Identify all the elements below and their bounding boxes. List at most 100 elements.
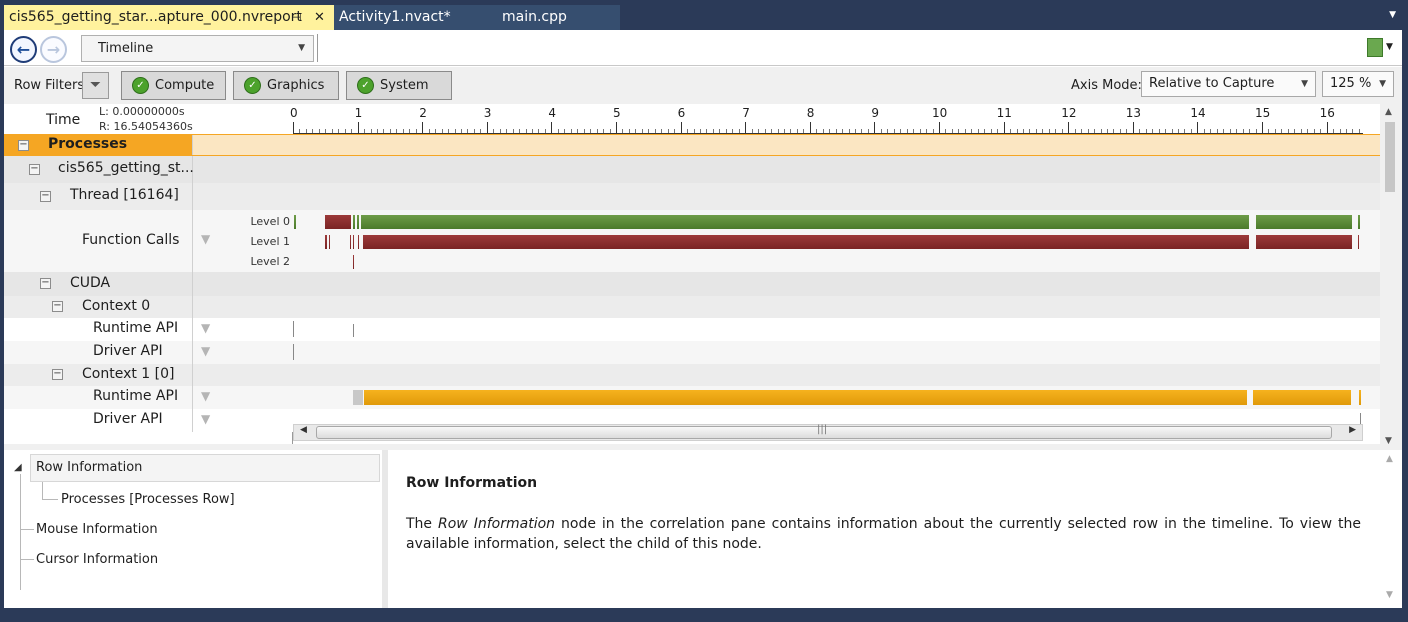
horizontal-scroll-thumb[interactable]: |||: [316, 424, 1332, 439]
info-pane-scrollbar[interactable]: ▲ ▼: [1380, 450, 1402, 608]
function-call-bar[interactable]: [1357, 215, 1361, 229]
ruler-minor-tick: [932, 129, 934, 133]
scroll-right-icon[interactable]: ▶: [1349, 425, 1356, 435]
row-runtime-api-1[interactable]: Runtime API ▼: [4, 386, 1380, 409]
timeline-horizontal-scrollbar[interactable]: ◀ ||| ▶: [293, 424, 1363, 441]
level-2-lane: [293, 254, 1363, 270]
ruler-minor-tick: [1087, 129, 1089, 133]
collapse-icon[interactable]: −: [52, 369, 63, 380]
axis-mode-label: Axis Mode:: [1071, 78, 1142, 93]
zoom-select[interactable]: 125 % ▼: [1322, 71, 1394, 97]
row-filter-icon[interactable]: ▼: [201, 389, 210, 403]
axis-mode-select[interactable]: Relative to Capture ▼: [1141, 71, 1316, 97]
ruler-minor-tick: [376, 129, 378, 133]
tree-item-processes-row[interactable]: Processes [Processes Row]: [61, 492, 235, 507]
ruler-minor-tick: [532, 129, 534, 133]
function-call-bar[interactable]: [325, 235, 327, 249]
scroll-down-icon[interactable]: ▼: [1386, 590, 1393, 600]
row-cuda[interactable]: − CUDA: [4, 272, 1380, 296]
scroll-up-icon[interactable]: ▲: [1385, 107, 1392, 117]
function-call-bar[interactable]: [353, 255, 355, 269]
ruler-minor-tick: [402, 129, 404, 133]
runtime-api-1-bar: [1253, 390, 1351, 405]
row-runtime-api-0[interactable]: Runtime API ▼: [4, 318, 1380, 341]
row-thread[interactable]: − Thread [16164]: [4, 183, 1380, 210]
function-call-bar[interactable]: [356, 215, 359, 229]
tree-guide-line: [20, 559, 34, 560]
function-call-bar[interactable]: [357, 235, 359, 249]
report-options-dropdown-icon[interactable]: ▼: [1386, 42, 1393, 52]
row-filter-icon[interactable]: ▼: [201, 321, 210, 335]
toolbar: ← → Timeline ▼ ▼: [4, 30, 1402, 66]
ruler-minor-tick: [1339, 129, 1341, 133]
ruler-minor-tick: [893, 129, 895, 133]
row-filter-button[interactable]: ⏷: [82, 72, 109, 99]
row-driver-api-0-label: Driver API: [93, 343, 163, 359]
scroll-left-icon[interactable]: ◀: [300, 425, 307, 435]
pin-icon[interactable]: ⊣: [292, 5, 302, 30]
tree-item-cursor-information[interactable]: Cursor Information: [36, 552, 158, 567]
ruler-major-tick: [874, 122, 876, 133]
row-context-0[interactable]: − Context 0: [4, 296, 1380, 318]
vertical-scroll-thumb[interactable]: [1385, 122, 1395, 192]
scroll-up-icon[interactable]: ▲: [1386, 454, 1393, 464]
back-button[interactable]: ←: [10, 36, 37, 63]
ruler-tick-label: 13: [1125, 106, 1142, 120]
ruler-major-tick: [680, 122, 682, 133]
row-filter-icon[interactable]: ▼: [201, 412, 210, 426]
function-call-bar[interactable]: [361, 215, 1250, 229]
tab-list-dropdown-icon[interactable]: ▼: [1389, 10, 1396, 20]
row-processes[interactable]: − Processes: [4, 134, 1380, 156]
collapse-icon[interactable]: −: [40, 191, 51, 202]
tree-collapse-icon[interactable]: ◢: [14, 462, 22, 473]
collapse-icon[interactable]: −: [40, 278, 51, 289]
function-call-bar[interactable]: [294, 215, 296, 229]
row-filter-icon[interactable]: ▼: [201, 232, 210, 246]
time-ruler[interactable]: 0 1 2 3 4 5 6 7 8 9 10 11 12 13 14 15 16: [290, 104, 1363, 134]
ruler-minor-tick: [971, 129, 973, 133]
function-call-bar[interactable]: [328, 215, 352, 229]
ruler-minor-tick: [1320, 129, 1322, 133]
row-function-calls[interactable]: Function Calls ▼ Level 0 Level 1 Level 2: [4, 210, 1380, 272]
function-call-bar[interactable]: [1255, 215, 1353, 229]
forward-button[interactable]: →: [40, 36, 67, 63]
function-call-bar[interactable]: [349, 235, 352, 249]
tree-item-row-information[interactable]: Row Information: [30, 454, 380, 482]
info-body: The Row Information node in the correlat…: [406, 514, 1361, 554]
report-options-icon[interactable]: [1367, 38, 1383, 57]
graphics-filter-label: Graphics: [267, 78, 325, 93]
function-call-bar[interactable]: [1357, 235, 1359, 249]
row-filter-icon[interactable]: ▼: [201, 344, 210, 358]
graphics-filter-button[interactable]: ✓ Graphics: [233, 71, 339, 100]
correlation-tree-pane: ◢ Row Information Processes [Processes R…: [4, 450, 382, 608]
check-circle-icon: ✓: [132, 77, 149, 94]
ruler-tick-label: 4: [548, 106, 557, 120]
close-tab-icon[interactable]: ✕: [314, 5, 325, 30]
ruler-minor-tick: [1274, 129, 1276, 133]
compute-filter-button[interactable]: ✓ Compute: [121, 71, 226, 100]
collapse-icon[interactable]: −: [52, 301, 63, 312]
function-call-bar[interactable]: [1255, 235, 1353, 249]
ruler-minor-tick: [1074, 129, 1076, 133]
tab-activity[interactable]: Activity1.nvact*: [334, 5, 620, 30]
system-filter-button[interactable]: ✓ System: [346, 71, 452, 100]
ruler-minor-tick: [687, 129, 689, 133]
tree-guide-line: [20, 529, 34, 530]
timeline-vertical-scrollbar[interactable]: ▲ ▼: [1380, 104, 1402, 452]
function-call-bar[interactable]: [362, 235, 1250, 249]
collapse-icon[interactable]: −: [29, 164, 40, 175]
function-call-bar[interactable]: [353, 215, 355, 229]
row-driver-api-0[interactable]: Driver API ▼: [4, 341, 1380, 364]
row-process[interactable]: − cis565_getting_st...: [4, 156, 1380, 183]
tab-nvreport[interactable]: cis565_getting_star...apture_000.nvrepor…: [4, 5, 334, 30]
tab-main-cpp[interactable]: main.cpp: [502, 5, 567, 30]
tree-item-mouse-information[interactable]: Mouse Information: [36, 522, 158, 537]
function-call-bar[interactable]: [328, 235, 330, 249]
view-select[interactable]: Timeline ▼: [81, 35, 314, 62]
row-context-1[interactable]: − Context 1 [0]: [4, 364, 1380, 386]
collapse-icon[interactable]: −: [18, 140, 29, 151]
ruler-minor-tick: [816, 129, 818, 133]
status-bar: [0, 608, 1408, 622]
function-call-bar[interactable]: [353, 235, 355, 249]
timeline-rows[interactable]: − Processes − cis565_getting_st... − Thr…: [4, 134, 1380, 452]
